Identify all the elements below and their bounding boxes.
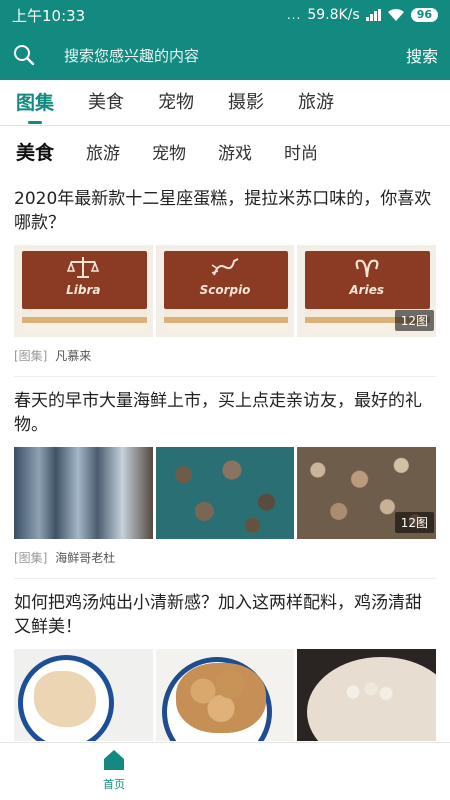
search-bar[interactable]: 搜索您感兴趣的内容 搜索 — [0, 30, 450, 80]
thumbnail-image[interactable]: Libra — [14, 245, 153, 337]
card-title[interactable]: 春天的早市大量海鲜上市，买上点走亲访友，最好的礼物。 — [14, 389, 436, 437]
scorpio-icon — [211, 258, 239, 276]
libra-icon — [67, 257, 100, 278]
author-name[interactable]: 海鲜哥老杜 — [55, 551, 115, 565]
subtag-fashion[interactable]: 时尚 — [284, 139, 318, 164]
source-tag: [图集] — [14, 349, 48, 363]
app-header: 上午10:33 ... 59.8K/s 96 搜索您感兴趣的内容 搜索 — [0, 0, 450, 80]
card-meta: [图集] 海鲜哥老杜 — [14, 549, 436, 579]
card-title[interactable]: 2020年最新款十二星座蛋糕，提拉米苏口味的，你喜欢哪款？ — [14, 187, 436, 235]
subtag-travel[interactable]: 旅游 — [86, 139, 120, 164]
subtag-games[interactable]: 游戏 — [218, 139, 252, 164]
search-button[interactable]: 搜索 — [406, 43, 438, 67]
image-count-badge: 12图 — [394, 512, 435, 533]
tab-photography[interactable]: 摄影 — [228, 80, 264, 126]
tab-travel[interactable]: 旅游 — [298, 80, 334, 126]
nav-home[interactable]: 首页 — [94, 748, 134, 792]
thumbnail-image[interactable] — [14, 649, 153, 741]
aries-icon — [355, 259, 379, 278]
status-right-cluster: ... 59.8K/s 96 — [287, 7, 438, 23]
battery-icon: 96 — [410, 8, 438, 22]
card-meta: [图集] 凡慕来 — [14, 347, 436, 377]
card-thumbnails[interactable]: 12图 — [14, 447, 437, 539]
nav-home-label[interactable]: 首页 — [94, 776, 134, 792]
home-icon[interactable] — [102, 748, 126, 772]
network-speed: 59.8K/s — [307, 7, 360, 23]
search-input[interactable]: 搜索您感兴趣的内容 — [64, 45, 406, 66]
sub-tags: 美食 旅游 宠物 游戏 时尚 — [0, 127, 450, 175]
bottom-navigation: 首页 — [0, 742, 450, 800]
status-bar: 上午10:33 ... 59.8K/s 96 — [0, 0, 450, 30]
category-tabs: 图集 美食 宠物 摄影 旅游 — [0, 80, 450, 126]
thumbnail-image[interactable] — [155, 447, 295, 539]
tab-food[interactable]: 美食 — [88, 80, 124, 126]
subtag-pets[interactable]: 宠物 — [152, 139, 186, 164]
tab-gallery[interactable]: 图集 — [16, 80, 54, 126]
cake-label: Scorpio — [199, 283, 251, 297]
thumbnail-image[interactable]: Scorpio — [155, 245, 295, 337]
feed-card[interactable]: 如何把鸡汤炖出小清新感？加入这两样配料，鸡汤清甜又鲜美！ — [0, 579, 450, 741]
thumbnail-image[interactable] — [297, 649, 437, 741]
card-thumbnails[interactable] — [14, 649, 437, 741]
wifi-icon — [387, 8, 404, 21]
status-dots: ... — [286, 8, 302, 22]
card-thumbnails[interactable]: Libra Scorpio Aries 12图 — [14, 245, 437, 337]
tab-pets[interactable]: 宠物 — [158, 80, 194, 126]
image-count-badge: 12图 — [394, 310, 435, 331]
feed-card[interactable]: 春天的早市大量海鲜上市，买上点走亲访友，最好的礼物。 12图 [图集] 海鲜哥老… — [0, 377, 450, 579]
thumbnail-image[interactable]: 12图 — [297, 447, 437, 539]
signal-icon — [365, 9, 381, 21]
thumbnail-image[interactable]: Aries 12图 — [297, 245, 437, 337]
search-icon[interactable] — [12, 43, 36, 67]
subtag-food[interactable]: 美食 — [16, 138, 54, 165]
thumbnail-image[interactable] — [14, 447, 153, 539]
status-time: 上午10:33 — [12, 6, 86, 25]
thumbnail-image[interactable] — [155, 649, 295, 741]
feed-card[interactable]: 2020年最新款十二星座蛋糕，提拉米苏口味的，你喜欢哪款？ Libra Scor… — [0, 175, 450, 377]
author-name[interactable]: 凡慕来 — [55, 349, 91, 363]
cake-label: Libra — [66, 283, 101, 297]
source-tag: [图集] — [14, 551, 48, 565]
card-title[interactable]: 如何把鸡汤炖出小清新感？加入这两样配料，鸡汤清甜又鲜美！ — [14, 591, 436, 639]
feed-list: 2020年最新款十二星座蛋糕，提拉米苏口味的，你喜欢哪款？ Libra Scor… — [0, 175, 450, 742]
cake-label: Aries — [349, 283, 384, 297]
